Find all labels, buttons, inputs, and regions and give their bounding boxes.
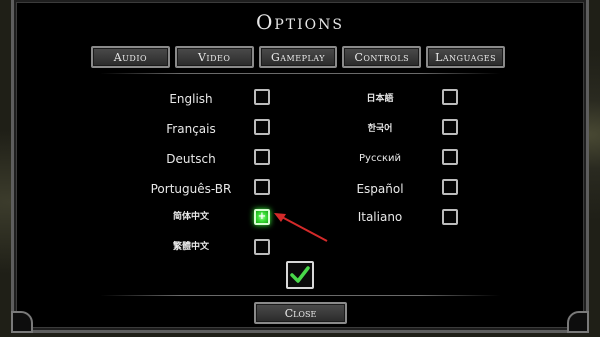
- language-label-russian: Русский: [359, 153, 401, 164]
- panel-corner-ornament: [567, 311, 589, 333]
- tab-audio[interactable]: Audio: [91, 46, 170, 68]
- confirm-button[interactable]: [286, 261, 314, 289]
- check-icon: [290, 266, 310, 283]
- tab-languages[interactable]: Languages: [426, 46, 505, 68]
- language-checkbox-korean[interactable]: [442, 119, 458, 135]
- tab-gameplay[interactable]: Gameplay: [258, 46, 338, 68]
- language-label-english: English: [169, 92, 213, 106]
- language-label-traditional-chinese: 繁體中文: [172, 242, 209, 252]
- divider: [100, 295, 500, 296]
- language-label-italiano: Italiano: [357, 210, 403, 224]
- language-label-espanol: Español: [356, 182, 404, 196]
- language-label-francais: Français: [166, 122, 216, 136]
- divider: [100, 73, 500, 74]
- panel-corner-ornament: [11, 311, 33, 333]
- language-checkbox-english[interactable]: [254, 89, 270, 105]
- language-checkbox-italiano[interactable]: [442, 209, 458, 225]
- options-title: Options: [255, 10, 344, 34]
- language-checkbox-francais[interactable]: [254, 119, 270, 135]
- options-tabs: Audio Video Gameplay Controls Languages: [91, 46, 505, 68]
- close-button[interactable]: Close: [254, 302, 347, 324]
- language-label-japanese: 日本語: [366, 94, 394, 104]
- language-checkbox-traditional-chinese[interactable]: [254, 239, 270, 255]
- language-checkbox-russian[interactable]: [442, 149, 458, 165]
- language-label-korean: 한국어: [367, 124, 393, 134]
- annotation-arrow-icon: [274, 213, 328, 242]
- language-label-simplified-chinese: 简体中文: [172, 212, 209, 222]
- language-checkbox-espanol[interactable]: [442, 179, 458, 195]
- language-label-portugues-br: Português-BR: [150, 182, 232, 196]
- selected-plus-icon: +: [257, 211, 267, 222]
- language-checkbox-deutsch[interactable]: [254, 149, 270, 165]
- language-checkbox-simplified-chinese[interactable]: +: [254, 209, 270, 225]
- tab-controls[interactable]: Controls: [342, 46, 422, 68]
- language-checkbox-portugues-br[interactable]: [254, 179, 270, 195]
- tab-video[interactable]: Video: [174, 46, 254, 68]
- language-checkbox-japanese[interactable]: [442, 89, 458, 105]
- language-label-deutsch: Deutsch: [166, 152, 216, 166]
